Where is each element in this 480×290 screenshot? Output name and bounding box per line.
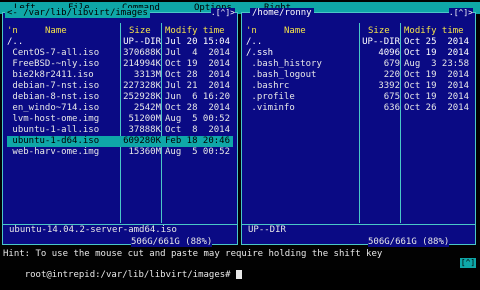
file-row[interactable]: .viminfo 636 Oct 26 2014 xyxy=(246,103,472,114)
file-size: 3392 xyxy=(378,81,400,91)
file-size: UP--DIR xyxy=(123,37,161,47)
file-modify-time: Jul 21 2014 xyxy=(165,81,231,91)
file-size: 636 xyxy=(383,103,400,113)
file-size: 15360M xyxy=(128,147,161,157)
file-name: web-harv-ome.img xyxy=(7,147,100,157)
file-name: /.. xyxy=(7,37,24,47)
left-disk-usage: 506G/661G (88%) xyxy=(131,237,213,247)
file-row[interactable]: debian-8-nst.iso 252928K Jun 6 16:20 xyxy=(7,92,233,103)
file-size: 4096 xyxy=(378,48,400,58)
column-header-size[interactable]: Size xyxy=(129,26,151,37)
file-name: ubuntu-1-d64.iso xyxy=(7,136,100,146)
file-row[interactable]: .bashrc 3392 Oct 19 2014 xyxy=(246,81,472,92)
file-modify-time: Aug 3 23:58 xyxy=(404,59,470,69)
file-size: 220 xyxy=(383,70,400,80)
file-row[interactable]: en_windo~714.iso 2542M Oct 28 2014 xyxy=(7,103,233,114)
file-name: debian-7-nst.iso xyxy=(7,81,100,91)
file-row[interactable]: FreeBSD-~nly.iso 214994K Oct 19 2014 xyxy=(7,59,233,70)
right-panel-path[interactable]: /home/ronny xyxy=(250,8,314,18)
file-modify-time: Oct 19 2014 xyxy=(404,70,470,80)
file-name: debian-8-nst.iso xyxy=(7,92,100,102)
column-header-name[interactable]: Name xyxy=(45,26,67,37)
file-size: 609280K xyxy=(123,136,161,146)
file-modify-time: Aug 5 00:52 xyxy=(165,147,231,157)
file-size: 675 xyxy=(383,92,400,102)
file-name: CentOS-7-all.iso xyxy=(7,48,100,58)
hint-line: Hint: To use the mouse cut and paste may… xyxy=(3,249,383,259)
file-row[interactable]: /.. UP--DIR Jul 20 15:04 xyxy=(7,37,233,48)
file-row[interactable]: ubuntu-1-d64.iso 609280K Feb 18 20:46 xyxy=(7,136,233,147)
file-modify-time: Jul 20 15:04 xyxy=(165,37,231,47)
file-modify-time: Oct 28 2014 xyxy=(165,103,231,113)
file-size: 37888K xyxy=(128,125,161,135)
left-panel[interactable]: <- /var/lib/libvirt/images .[^]> 'n Name… xyxy=(2,8,238,247)
command-line[interactable]: root@intrepid:/var/lib/libvirt/images# xyxy=(3,260,243,290)
text-cursor xyxy=(236,270,243,279)
file-row[interactable]: .bash_logout 220 Oct 19 2014 xyxy=(246,70,472,81)
column-header-modify-time[interactable]: Modify time xyxy=(404,26,464,37)
file-name: FreeBSD-~nly.iso xyxy=(7,59,100,69)
file-name: bie2k8r2411.iso xyxy=(7,70,94,80)
file-modify-time: Oct 19 2014 xyxy=(404,81,470,91)
column-header-size[interactable]: Size xyxy=(368,26,390,37)
file-size: 2542M xyxy=(133,103,161,113)
file-size: 252928K xyxy=(123,92,161,102)
file-row[interactable]: debian-7-nst.iso 227328K Jul 21 2014 xyxy=(7,81,233,92)
file-row[interactable]: web-harv-ome.img 15360M Aug 5 00:52 xyxy=(7,147,233,158)
file-row[interactable]: .profile 675 Oct 19 2014 xyxy=(246,92,472,103)
file-size: 3313M xyxy=(133,70,161,80)
file-row[interactable]: /.ssh 4096 Oct 19 2014 xyxy=(246,48,472,59)
file-modify-time: Aug 5 00:52 xyxy=(165,114,231,124)
file-name: .viminfo xyxy=(246,103,295,113)
column-header-n[interactable]: 'n xyxy=(246,26,257,37)
file-size: 679 xyxy=(383,59,400,69)
file-modify-time: Oct 26 2014 xyxy=(404,103,470,113)
file-size: 370688K xyxy=(123,48,161,58)
file-size: 227328K xyxy=(123,81,161,91)
right-panel-status: UP--DIR xyxy=(248,225,286,235)
file-size: 51200M xyxy=(128,114,161,124)
file-modify-time: Oct 25 2014 xyxy=(404,37,470,47)
left-panel-status: ubuntu-14.04.2-server-amd64.iso xyxy=(9,225,177,235)
terminal-screen: Left File Command Options Right <- /var/… xyxy=(0,0,480,280)
right-panel[interactable]: /home/ronny .[^]> 'n Name Size Modify ti… xyxy=(241,8,476,247)
left-panel-path[interactable]: <- /var/lib/libvirt/images xyxy=(5,8,150,18)
corner-indicator[interactable]: [^] xyxy=(460,258,476,268)
file-modify-time: Oct 19 2014 xyxy=(165,59,231,69)
file-modify-time: Oct 19 2014 xyxy=(404,48,470,58)
file-modify-time: Oct 8 2014 xyxy=(165,125,231,135)
right-panel-corner-controls[interactable]: .[^]> xyxy=(448,8,473,18)
file-row[interactable]: /.. UP--DIR Oct 25 2014 xyxy=(246,37,472,48)
left-panel-corner-controls[interactable]: .[^]> xyxy=(210,8,235,18)
file-modify-time: Feb 18 20:46 xyxy=(165,136,231,146)
shell-prompt: root@intrepid:/var/lib/libvirt/images# xyxy=(24,270,237,280)
file-row[interactable]: .bash_history 679 Aug 3 23:58 xyxy=(246,59,472,70)
file-row[interactable]: lvm-host-ome.img 51200M Aug 5 00:52 xyxy=(7,114,233,125)
file-size: UP--DIR xyxy=(362,37,400,47)
file-name: /.ssh xyxy=(246,48,274,58)
right-disk-usage: 506G/661G (88%) xyxy=(368,237,450,247)
file-name: lvm-host-ome.img xyxy=(7,114,100,124)
column-header-n[interactable]: 'n xyxy=(7,26,18,37)
file-name: /.. xyxy=(246,37,263,47)
file-row[interactable]: CentOS-7-all.iso 370688K Jul 4 2014 xyxy=(7,48,233,59)
file-name: ubuntu-1-all.iso xyxy=(7,125,100,135)
column-header-name[interactable]: Name xyxy=(284,26,306,37)
file-row[interactable]: ubuntu-1-all.iso 37888K Oct 8 2014 xyxy=(7,125,233,136)
file-modify-time: Jun 6 16:20 xyxy=(165,92,231,102)
file-name: en_windo~714.iso xyxy=(7,103,100,113)
file-modify-time: Oct 28 2014 xyxy=(165,70,231,80)
file-size: 214994K xyxy=(123,59,161,69)
column-header-modify-time[interactable]: Modify time xyxy=(165,26,225,37)
file-name: .bash_logout xyxy=(246,70,317,80)
file-modify-time: Jul 4 2014 xyxy=(165,48,231,58)
file-row[interactable]: bie2k8r2411.iso 3313M Oct 28 2014 xyxy=(7,70,233,81)
file-name: .profile xyxy=(246,92,295,102)
file-modify-time: Oct 19 2014 xyxy=(404,92,470,102)
file-name: .bash_history xyxy=(246,59,322,69)
file-name: .bashrc xyxy=(246,81,290,91)
